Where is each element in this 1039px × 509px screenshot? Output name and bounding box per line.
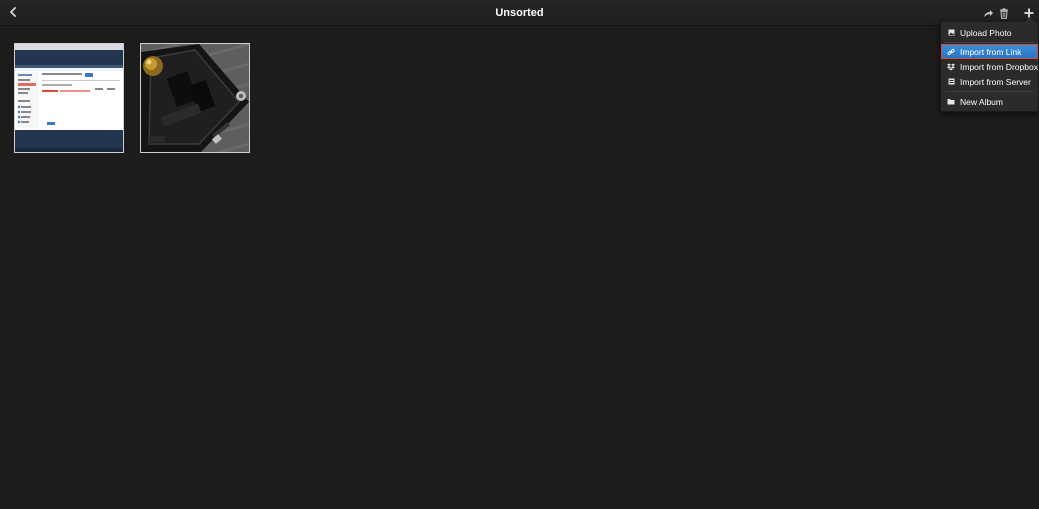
menu-item-import-from-link[interactable]: Import from Link xyxy=(941,44,1038,59)
photo-grid xyxy=(0,27,1039,509)
folder-icon xyxy=(942,98,960,105)
menu-item-label: Import from Server xyxy=(960,76,1031,87)
menu-arrow xyxy=(1025,17,1035,22)
menu-divider xyxy=(945,42,1034,43)
dropbox-icon xyxy=(942,63,960,71)
image-icon xyxy=(942,29,960,36)
photo-thumbnail[interactable] xyxy=(140,43,250,153)
delete-button[interactable] xyxy=(996,5,1012,21)
page-title: Unsorted xyxy=(495,7,544,19)
photo-thumbnail[interactable] xyxy=(14,43,124,153)
menu-item-label: Import from Link xyxy=(960,46,1022,57)
share-button[interactable] xyxy=(980,5,996,21)
chevron-left-icon xyxy=(10,7,16,17)
back-button[interactable] xyxy=(5,4,21,20)
photo-screenshot-image xyxy=(15,44,123,152)
menu-item-upload-photo[interactable]: Upload Photo xyxy=(942,26,1037,39)
server-icon xyxy=(942,78,960,85)
menu-item-label: Import from Dropbox xyxy=(960,61,1038,72)
menu-item-new-album[interactable]: New Album xyxy=(942,95,1037,108)
top-bar: Unsorted xyxy=(0,0,1039,26)
link-icon xyxy=(942,48,960,56)
share-icon xyxy=(983,9,993,17)
menu-item-label: New Album xyxy=(960,96,1003,107)
photo-device-image xyxy=(141,44,249,152)
menu-divider xyxy=(945,91,1034,92)
menu-item-import-from-dropbox[interactable]: Import from Dropbox xyxy=(942,60,1038,73)
menu-item-import-from-server[interactable]: Import from Server xyxy=(942,75,1037,88)
menu-item-label: Upload Photo xyxy=(960,27,1012,38)
trash-icon xyxy=(1000,7,1008,19)
add-menu: Upload Photo Import from Link Import fro… xyxy=(940,17,1039,112)
